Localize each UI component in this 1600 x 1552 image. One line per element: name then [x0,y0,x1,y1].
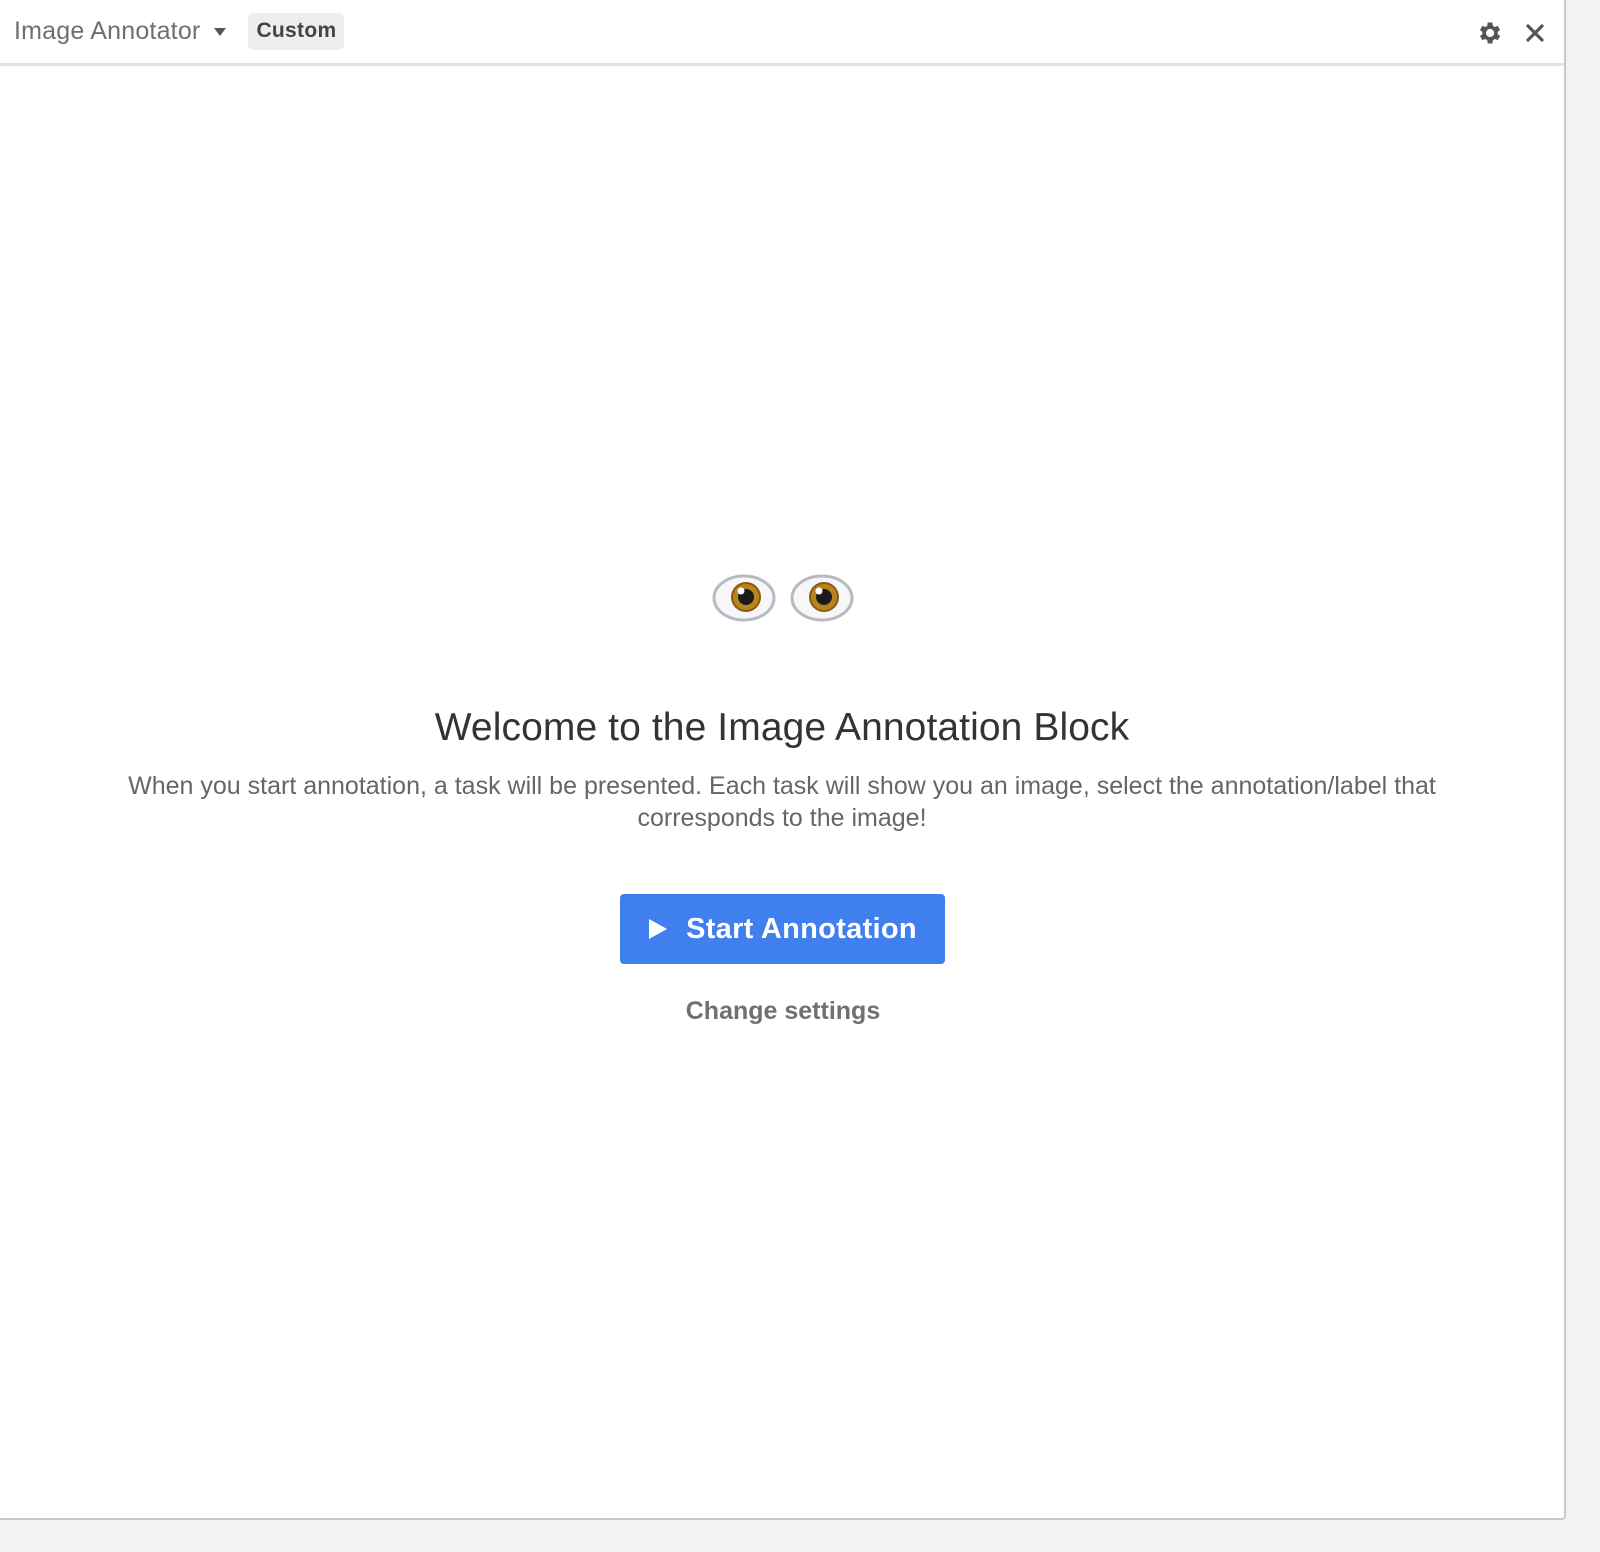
chevron-down-icon [214,27,227,36]
welcome-description: When you start annotation, a task will b… [128,772,1436,832]
header-actions [1474,16,1550,50]
start-annotation-label: Start Annotation [686,912,917,945]
block-name: Image Annotator [14,17,201,45]
close-icon[interactable] [1520,16,1550,50]
block-header: Image Annotator Custom [0,0,1564,66]
change-settings-link[interactable]: Change settings [0,997,1566,1026]
gear-icon[interactable] [1474,16,1504,50]
play-icon [649,919,668,939]
block-switcher[interactable]: Image Annotator [14,17,227,46]
custom-badge: Custom [248,13,345,50]
eyes-icon [712,572,854,624]
block-window: Image Annotator Custom Welcome to the Im… [0,0,1566,1520]
start-annotation-button[interactable]: Start Annotation [620,894,945,964]
welcome-heading: Welcome to the Image Annotation Block [434,706,1130,749]
